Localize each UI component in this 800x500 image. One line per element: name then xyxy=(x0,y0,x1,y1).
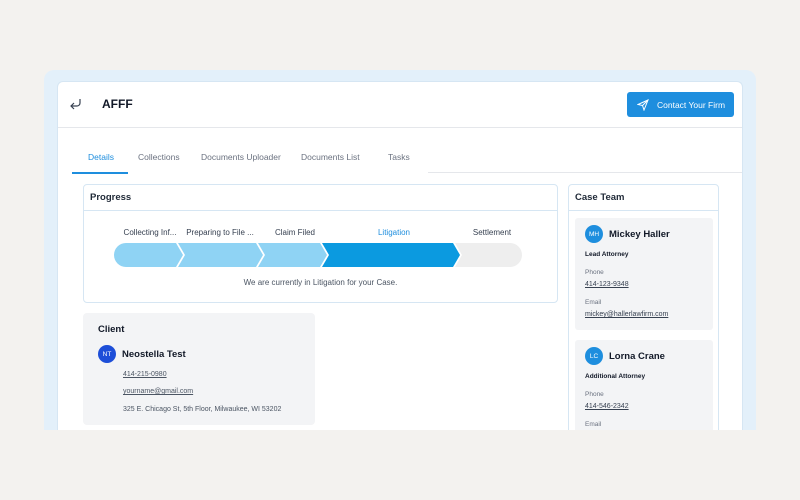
step-label: Claim Filed xyxy=(274,228,316,237)
case-card: AFFF Contact Your Firm Details Collectio… xyxy=(57,81,743,430)
tab-collections[interactable]: Collections xyxy=(138,152,180,162)
client-email-link[interactable]: yourname@gmail.com xyxy=(123,388,193,395)
member-phone-link[interactable]: 414-546-2342 xyxy=(585,403,629,410)
member-name: Lorna Crane xyxy=(609,351,665,362)
client-phone-link[interactable]: 414-215-0980 xyxy=(123,371,167,378)
client-panel: Client NT Neostella Test 414-215-0980 yo… xyxy=(83,313,315,425)
team-member-card: LC Lorna Crane Additional Attorney Phone… xyxy=(575,340,713,430)
client-name: Neostella Test xyxy=(122,349,186,360)
step-label: Settlement xyxy=(472,228,512,237)
member-phone-link[interactable]: 414-123-9348 xyxy=(585,281,629,288)
tab-details[interactable]: Details xyxy=(88,152,114,162)
active-tab-indicator xyxy=(72,172,128,174)
progress-status-text: We are currently in Litigation for your … xyxy=(243,278,398,287)
progress-title: Progress xyxy=(84,185,557,211)
contact-firm-button[interactable]: Contact Your Firm xyxy=(627,92,734,117)
step-segment-claim-filed xyxy=(258,243,327,267)
tab-tasks[interactable]: Tasks xyxy=(388,152,410,162)
member-name: Mickey Haller xyxy=(609,229,670,240)
tab-divider xyxy=(428,172,742,173)
step-segment-preparing xyxy=(178,243,263,267)
email-label: Email xyxy=(585,299,602,306)
client-title: Client xyxy=(98,324,125,335)
member-role: Lead Attorney xyxy=(585,251,629,258)
step-segment-collecting xyxy=(114,243,183,267)
case-header: AFFF Contact Your Firm xyxy=(58,82,742,128)
step-label-current: Litigation xyxy=(377,228,411,237)
back-icon[interactable] xyxy=(68,96,84,112)
step-segment-litigation xyxy=(322,243,460,267)
progress-panel: Progress Collecting Inf... Preparing to … xyxy=(83,184,558,303)
team-member-card: MH Mickey Haller Lead Attorney Phone 414… xyxy=(575,218,713,330)
case-team-title: Case Team xyxy=(569,185,718,211)
progress-steps xyxy=(114,243,522,267)
client-address: 325 E. Chicago St, 5th Floor, Milwaukee,… xyxy=(123,406,282,413)
member-avatar: LC xyxy=(585,347,603,365)
email-label: Email xyxy=(585,421,602,428)
contact-button-label: Contact Your Firm xyxy=(657,99,726,110)
tab-documents-uploader[interactable]: Documents Uploader xyxy=(201,152,281,162)
step-label: Collecting Inf... xyxy=(123,228,177,237)
step-segment-settlement xyxy=(455,243,522,267)
step-label: Preparing to File ... xyxy=(186,228,254,237)
member-email-link[interactable]: mickey@hallerlawfirm.com xyxy=(585,311,668,318)
send-icon xyxy=(637,98,649,111)
member-role: Additional Attorney xyxy=(585,373,646,380)
tab-documents-list[interactable]: Documents List xyxy=(301,152,360,162)
member-avatar: MH xyxy=(585,225,603,243)
phone-label: Phone xyxy=(585,269,604,276)
page-title: AFFF xyxy=(102,97,133,111)
case-team-panel: Case Team MH Mickey Haller Lead Attorney… xyxy=(568,184,719,430)
tab-bar: Details Collections Documents Uploader D… xyxy=(72,144,742,174)
phone-label: Phone xyxy=(585,391,604,398)
client-avatar: NT xyxy=(98,345,116,363)
